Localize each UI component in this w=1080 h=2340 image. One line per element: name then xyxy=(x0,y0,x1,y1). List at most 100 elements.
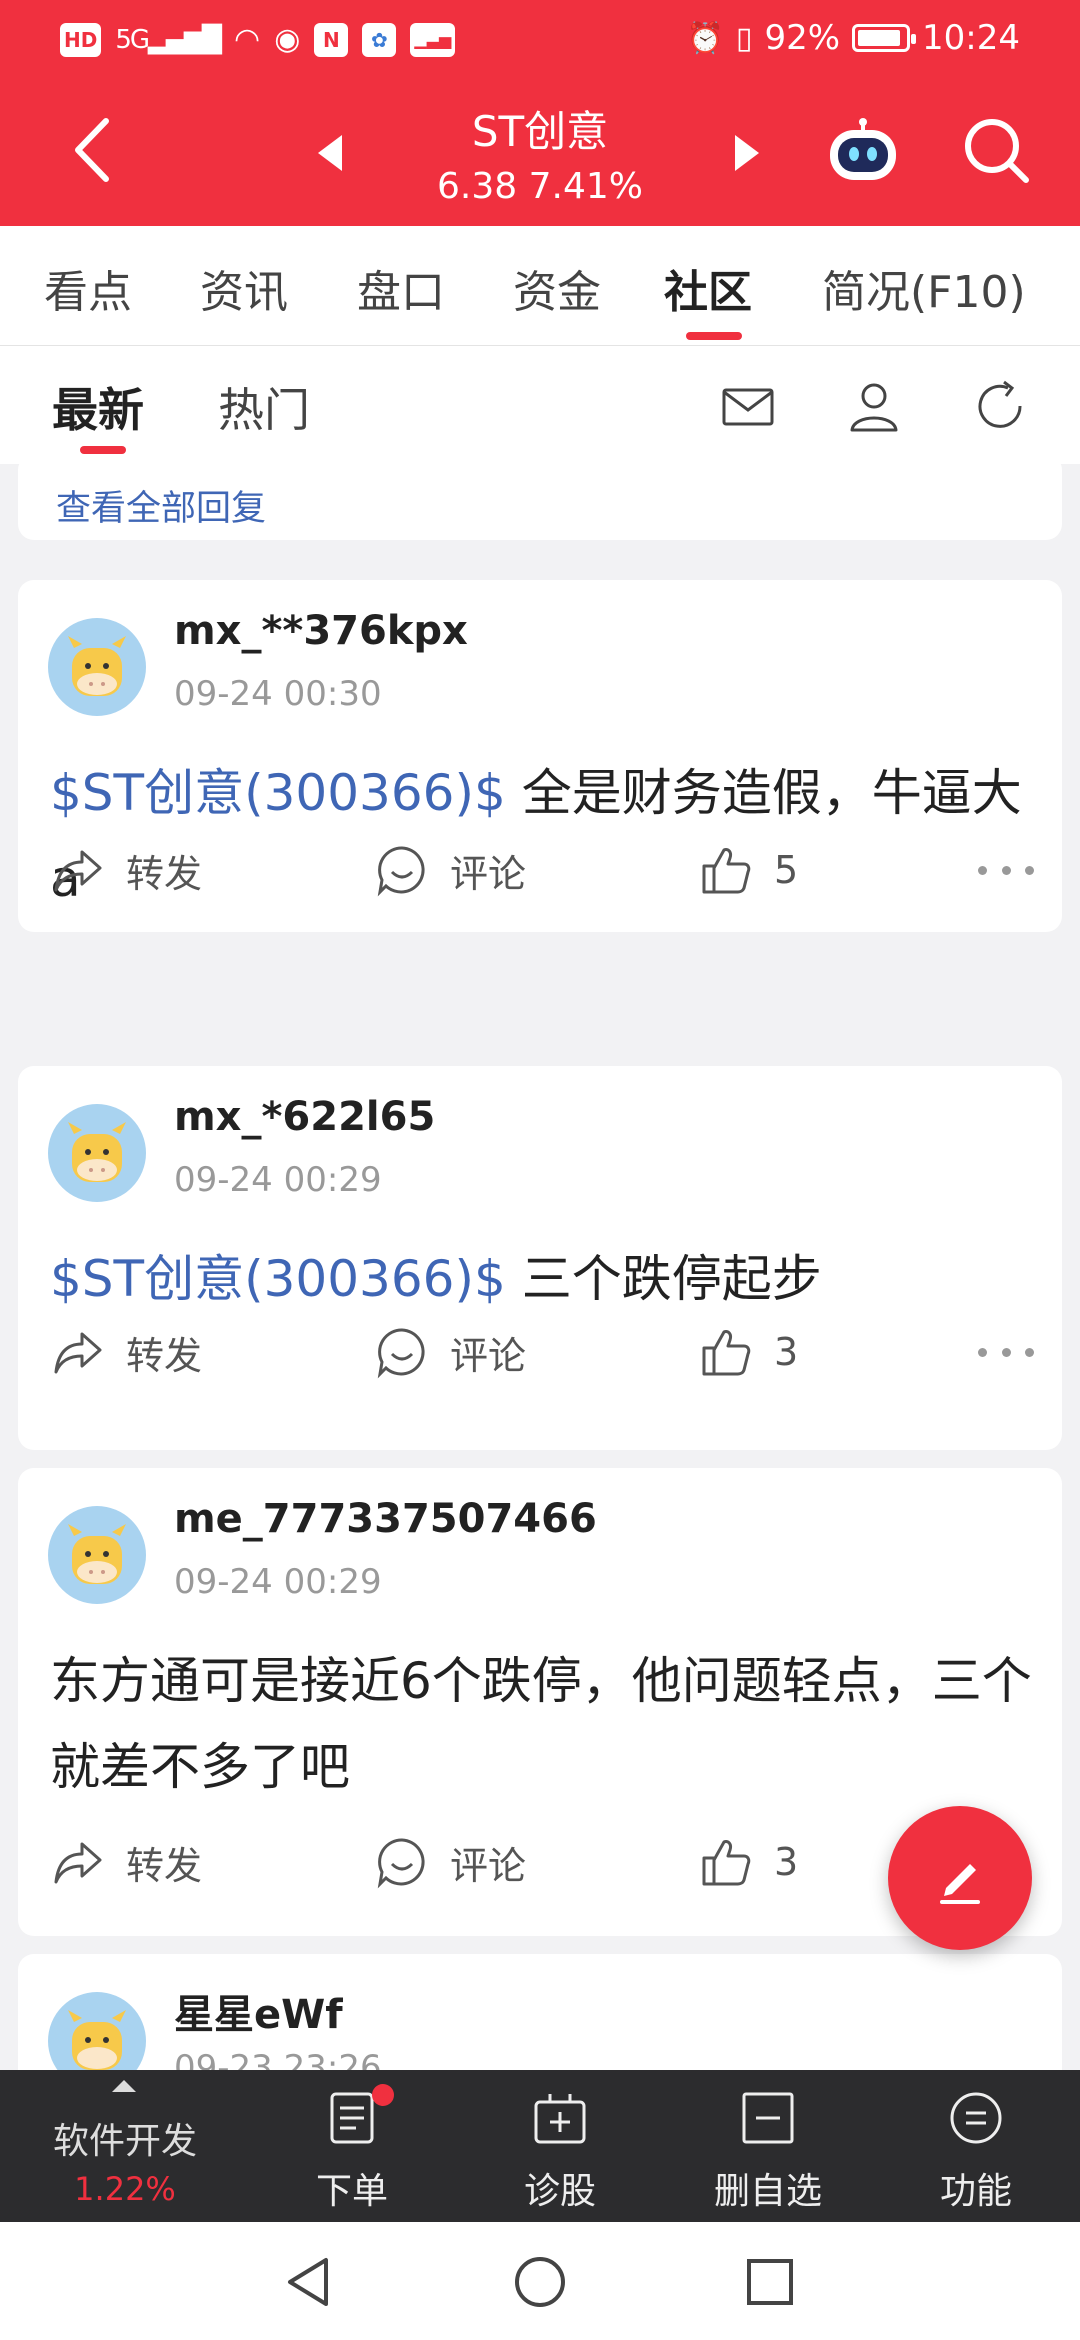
post-actions: 转发 评论 3 xyxy=(18,1312,1062,1392)
comment-button[interactable]: 评论 xyxy=(374,1822,526,1902)
refresh-icon[interactable] xyxy=(970,376,1030,436)
status-bar: HD 5G▂▄▆█ ◠ ◉ N ✿ ▁▃▅ ⏰ ▯ 92% 10:24 xyxy=(0,0,1080,80)
community-subtabs: 最新 热门 xyxy=(0,346,1080,464)
nfc-icon: N xyxy=(314,22,349,57)
search-button[interactable] xyxy=(962,116,1032,186)
home-circle-icon[interactable] xyxy=(510,2252,570,2312)
stock-tag-link[interactable]: $ST创意(300366)$ xyxy=(50,764,506,822)
subtab-hot[interactable]: 热门 xyxy=(218,374,310,440)
thumbs-up-icon xyxy=(702,848,751,894)
battery-percent: 92% xyxy=(764,18,841,58)
forward-label: 转发 xyxy=(126,1843,203,1888)
like-button[interactable]: 5 xyxy=(698,830,798,910)
tab-profile-f10[interactable]: 简况(F10) xyxy=(822,256,1026,320)
cow-avatar-icon xyxy=(68,2010,126,2070)
like-button[interactable]: 3 xyxy=(698,1822,798,1902)
post-card[interactable]: mx_**376kpx 09-24 00:30 $ST创意(300366)$ 全… xyxy=(18,580,1062,932)
user-icon[interactable] xyxy=(844,376,904,436)
post-time: 09-24 00:30 xyxy=(174,674,382,714)
diagnose-label: 诊股 xyxy=(523,2171,596,2212)
forward-button[interactable]: 转发 xyxy=(50,1312,202,1392)
active-subtab-indicator xyxy=(80,446,126,454)
more-options-icon[interactable] xyxy=(978,850,1034,890)
tab-community[interactable]: 社区 xyxy=(664,256,752,320)
diagnose-icon xyxy=(534,2094,586,2144)
sector-ticker[interactable]: 软件开发 1.22% xyxy=(0,2070,250,2222)
back-button[interactable] xyxy=(62,110,122,190)
avatar[interactable] xyxy=(48,618,146,716)
diagnose-button[interactable]: 诊股 xyxy=(470,2088,650,2218)
tab-order-book[interactable]: 盘口 xyxy=(357,256,445,320)
like-button[interactable]: 3 xyxy=(698,1312,798,1392)
search-icon xyxy=(965,119,1029,183)
prev-stock-icon[interactable] xyxy=(318,135,342,171)
main-tabs: 看点 资讯 盘口 资金 社区 简况(F10) xyxy=(0,226,1080,346)
view-all-replies-link[interactable]: 查看全部回复 xyxy=(56,480,266,531)
post-actions: 转发 评论 5 xyxy=(18,830,1062,910)
notification-badge xyxy=(372,2084,394,2106)
bottom-toolbar: 软件开发 1.22% 下单 诊股 删自选 功能 xyxy=(0,2070,1080,2222)
sector-name: 软件开发 xyxy=(52,2121,197,2162)
tab-kandian[interactable]: 看点 xyxy=(44,256,132,320)
recents-square-icon[interactable] xyxy=(740,2252,800,2312)
remove-watchlist-label: 删自选 xyxy=(713,2171,822,2212)
battery-fill xyxy=(858,30,901,46)
tab-news[interactable]: 资讯 xyxy=(200,256,288,320)
app-notification-icon: ✿ xyxy=(362,22,397,57)
back-icon xyxy=(75,118,109,182)
stock-tag-link[interactable]: $ST创意(300366)$ xyxy=(50,1250,506,1308)
like-count: 5 xyxy=(774,848,799,892)
remove-watchlist-button[interactable]: 删自选 xyxy=(678,2088,858,2218)
mail-icon[interactable] xyxy=(718,376,778,436)
post-card[interactable]: 星星eWf 09-23 23:26 xyxy=(18,1954,1062,2070)
post-username[interactable]: me_777337507466 xyxy=(174,1496,597,1542)
forward-label: 转发 xyxy=(126,1333,203,1378)
like-count: 3 xyxy=(774,1840,799,1884)
subtab-latest[interactable]: 最新 xyxy=(52,374,144,440)
robot-assistant-icon[interactable] xyxy=(826,118,900,184)
thumbs-up-icon xyxy=(702,1840,751,1886)
eye-icon: ◉ xyxy=(274,22,301,57)
clock: 10:24 xyxy=(922,18,1020,58)
post-username[interactable]: mx_*622l65 xyxy=(174,1094,435,1140)
back-triangle-icon[interactable] xyxy=(280,2252,340,2312)
forward-button[interactable]: 转发 xyxy=(50,830,202,910)
post-card[interactable]: mx_*622l65 09-24 00:29 $ST创意(300366)$ 三个… xyxy=(18,1066,1062,1450)
comment-bubble-icon xyxy=(377,1328,425,1379)
alarm-icon: ⏰ xyxy=(686,20,724,56)
stock-title: ST创意 xyxy=(471,107,609,156)
avatar[interactable] xyxy=(48,1104,146,1202)
forward-button[interactable]: 转发 xyxy=(50,1822,202,1902)
menu-icon xyxy=(950,2092,1002,2144)
post-time: 09-24 00:29 xyxy=(174,1160,382,1200)
pencil-icon xyxy=(940,1864,980,1904)
more-options-icon[interactable] xyxy=(978,1332,1034,1372)
signal-icon: 5G▂▄▆█ xyxy=(115,24,222,55)
comment-button[interactable]: 评论 xyxy=(374,1312,526,1392)
post-text[interactable]: $ST创意(300366)$ 三个跌停起步 xyxy=(50,1236,1040,1322)
previous-post-tail: 查看全部回复 xyxy=(18,464,1062,540)
comment-button[interactable]: 评论 xyxy=(374,830,526,910)
remove-watchlist-icon xyxy=(742,2092,794,2144)
post-time: 09-24 00:29 xyxy=(174,1562,382,1602)
functions-button[interactable]: 功能 xyxy=(886,2088,1066,2218)
compose-post-button[interactable] xyxy=(888,1806,1032,1950)
system-navigation-bar xyxy=(0,2222,1080,2340)
post-text[interactable]: 东方通可是接近6个跌停，他问题轻点，三个就差不多了吧 xyxy=(50,1638,1040,1810)
post-username[interactable]: mx_**376kpx xyxy=(174,608,468,654)
top-header: HD 5G▂▄▆█ ◠ ◉ N ✿ ▁▃▅ ⏰ ▯ 92% 10:24 ST创意… xyxy=(0,0,1080,226)
post-username[interactable]: 星星eWf xyxy=(174,1982,343,2040)
tab-funds[interactable]: 资金 xyxy=(513,256,601,320)
stock-price-change: 6.38 7.41% xyxy=(437,166,643,207)
next-stock-icon[interactable] xyxy=(735,135,759,171)
cow-avatar-icon xyxy=(68,1524,126,1584)
avatar[interactable] xyxy=(48,1992,146,2070)
order-label: 下单 xyxy=(315,2171,388,2212)
avatar[interactable] xyxy=(48,1506,146,1604)
expand-caret-icon[interactable] xyxy=(112,2080,136,2092)
forward-label: 转发 xyxy=(126,851,203,896)
post-body: 东方通可是接近6个跌停，他问题轻点，三个就差不多了吧 xyxy=(50,1652,1032,1796)
hd-icon: HD xyxy=(60,22,102,57)
comment-bubble-icon xyxy=(377,846,425,897)
order-button[interactable]: 下单 xyxy=(262,2084,442,2218)
